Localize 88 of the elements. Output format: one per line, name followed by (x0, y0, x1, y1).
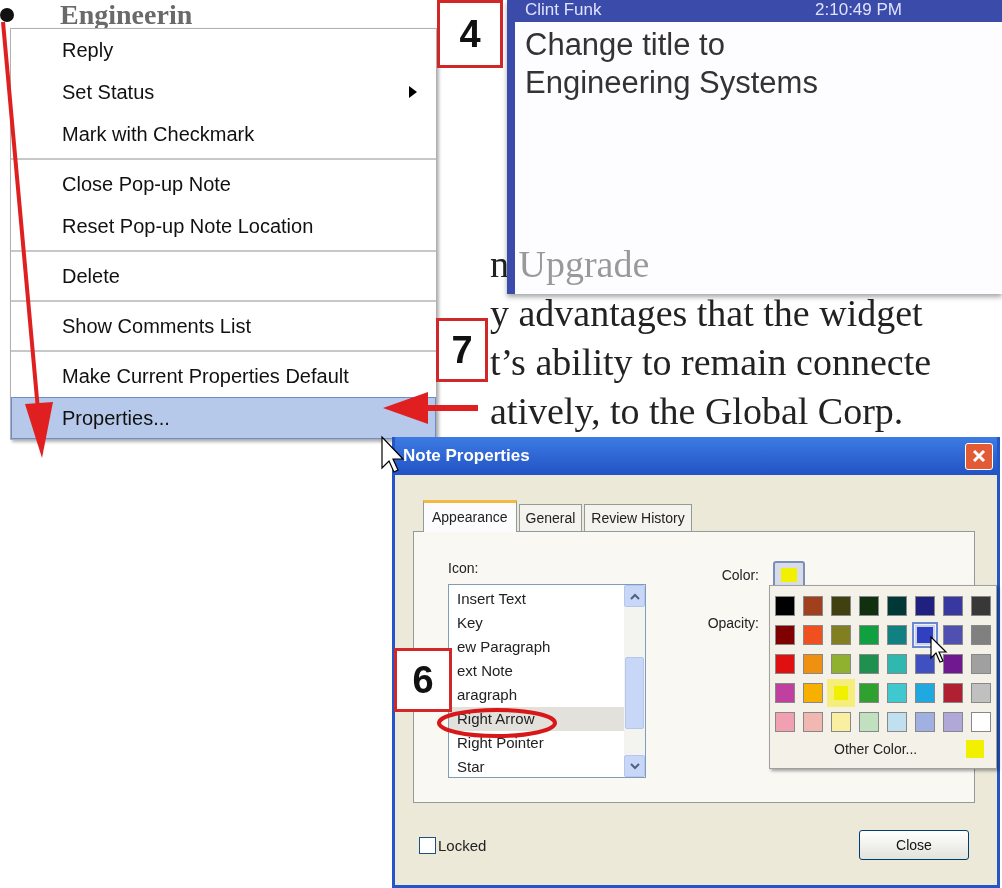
scroll-down-button[interactable] (624, 755, 645, 777)
color-swatch[interactable] (943, 625, 963, 645)
note-author: Clint Funk (525, 0, 602, 21)
menu-item[interactable]: Show Comments List (11, 305, 436, 347)
color-swatch[interactable] (803, 625, 823, 645)
bullet-icon (0, 8, 14, 22)
menu-item[interactable]: Properties... (11, 397, 436, 439)
list-item[interactable]: aragraph (449, 683, 624, 707)
window-title: Note Properties (403, 446, 530, 466)
menu-item[interactable]: Mark with Checkmark (11, 113, 436, 155)
color-swatch[interactable] (775, 596, 795, 616)
note-text: Change title to (525, 26, 726, 64)
menu-item[interactable]: Reset Pop-up Note Location (11, 205, 436, 247)
step-number: 6 (394, 648, 452, 712)
color-swatch[interactable] (915, 596, 935, 616)
field-label: Icon: (448, 560, 480, 578)
note-text: Engineering Systems (525, 64, 819, 102)
document-heading: Engineerin (60, 0, 193, 30)
color-swatch[interactable] (803, 596, 823, 616)
field-label: Color: (720, 567, 759, 583)
close-button[interactable] (965, 442, 993, 470)
menu-item[interactable]: Delete (11, 255, 436, 297)
checkbox[interactable] (419, 836, 436, 854)
step-number: 7 (436, 318, 488, 382)
color-swatch[interactable] (775, 712, 795, 732)
color-swatch[interactable] (943, 712, 963, 732)
color-swatch[interactable] (887, 596, 907, 616)
close-icon (972, 449, 986, 463)
list-item[interactable]: Key (449, 611, 624, 635)
color-swatch[interactable] (915, 683, 935, 703)
submenu-arrow-icon (409, 86, 417, 98)
menu-item[interactable]: Make Current Properties Default (11, 355, 436, 397)
color-swatch[interactable] (831, 654, 851, 674)
tab[interactable]: Appearance (423, 500, 517, 532)
menu-item[interactable]: Reply (11, 29, 436, 71)
color-swatch[interactable] (887, 625, 907, 645)
color-swatch[interactable] (971, 625, 991, 645)
color-swatch[interactable] (971, 596, 991, 616)
color-swatch[interactable] (971, 683, 991, 703)
color-swatch[interactable] (915, 654, 935, 674)
mouse-pointer-icon (930, 636, 948, 664)
color-swatch[interactable] (859, 654, 879, 674)
document-text: t’s ability to remain connecte (490, 340, 933, 385)
document-text: n Upgrade (490, 242, 651, 287)
color-swatch[interactable] (887, 654, 907, 674)
list-item[interactable]: Right Pointer (449, 731, 624, 755)
color-swatch[interactable] (915, 712, 935, 732)
list-item[interactable]: Insert Text (449, 587, 624, 611)
color-swatch[interactable] (803, 683, 823, 703)
note-time: 2:10:49 PM (815, 0, 902, 21)
color-swatch[interactable] (803, 654, 823, 674)
list-item[interactable]: Star (449, 755, 624, 777)
color-swatch[interactable] (971, 712, 991, 732)
tab[interactable]: Review History (584, 504, 692, 531)
color-swatch[interactable] (971, 654, 991, 674)
color-swatch[interactable] (831, 712, 851, 732)
checkbox-label: Locked (438, 836, 487, 854)
color-swatch[interactable] (831, 625, 851, 645)
scroll-up-button[interactable] (624, 585, 645, 607)
close-button[interactable]: Close (859, 830, 969, 860)
menu-item[interactable]: Set Status (11, 71, 436, 113)
color-swatch[interactable] (775, 683, 795, 703)
color-swatch[interactable] (859, 625, 879, 645)
color-swatch[interactable] (943, 596, 963, 616)
scroll-thumb[interactable] (625, 657, 644, 729)
document-text: atively, to the Global Corp. (490, 389, 905, 434)
chevron-down-icon (629, 762, 640, 770)
list-item[interactable]: ew Paragraph (449, 635, 624, 659)
color-swatch[interactable] (831, 596, 851, 616)
field-label: Opacity: (706, 615, 759, 631)
document-text: y advantages that the widget (490, 291, 924, 336)
tab[interactable]: General (518, 504, 583, 531)
color-swatch[interactable] (775, 654, 795, 674)
menu-item[interactable]: Close Pop-up Note (11, 163, 436, 205)
color-swatch[interactable] (859, 712, 879, 732)
color-swatch[interactable] (943, 683, 963, 703)
color-swatch[interactable] (887, 683, 907, 703)
color-swatch[interactable] (887, 712, 907, 732)
color-swatch[interactable] (803, 712, 823, 732)
color-swatch[interactable] (775, 625, 795, 645)
step-number: 4 (437, 0, 503, 68)
color-swatch[interactable] (859, 683, 879, 703)
other-color-button[interactable]: Other Color... (834, 741, 918, 757)
icon-list[interactable]: Insert Text Key ew Paragraph ext Note aragraph Right Arrow Right Pointer Star (448, 584, 646, 778)
color-swatch[interactable] (943, 654, 963, 674)
chevron-up-icon (629, 592, 640, 600)
color-swatch[interactable] (859, 596, 879, 616)
list-item[interactable]: ext Note (449, 659, 624, 683)
